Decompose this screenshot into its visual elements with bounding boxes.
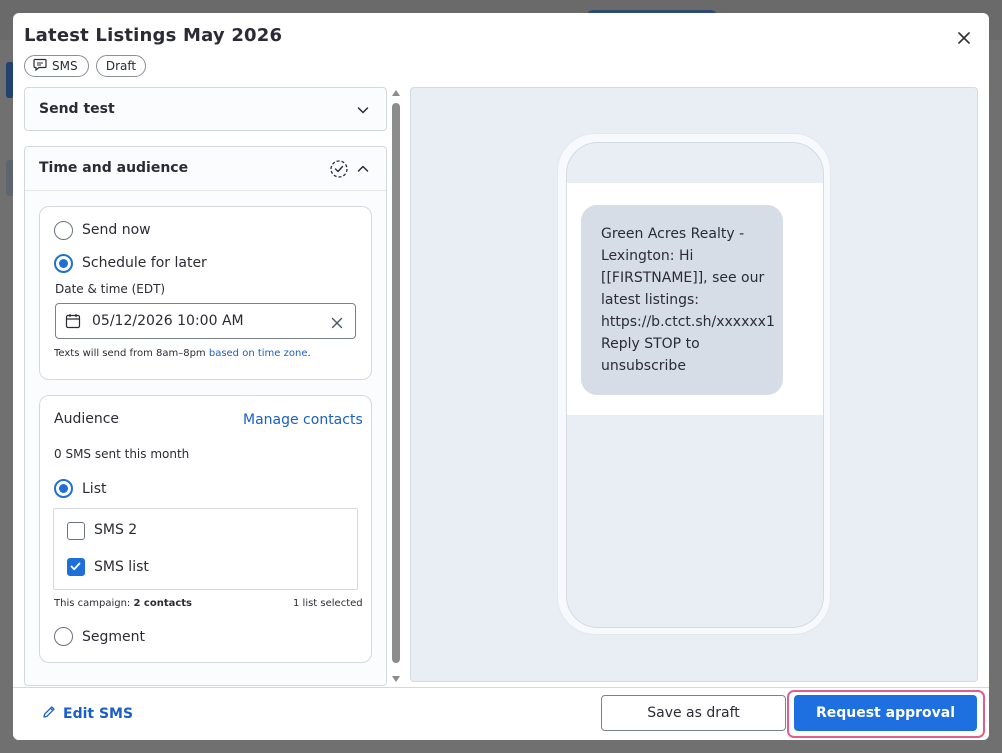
chat-bubble-icon xyxy=(33,58,47,74)
modal-title: Latest Listings May 2026 xyxy=(24,25,283,46)
send-window-note: Texts will send from 8am–8pm based on ti… xyxy=(54,348,311,359)
send-test-title: Send test xyxy=(39,101,115,117)
date-time-field[interactable]: 05/12/2026 10:00 AM xyxy=(55,303,356,339)
list-radio[interactable] xyxy=(54,479,73,498)
close-icon[interactable] xyxy=(954,29,974,49)
sms-tag: SMS xyxy=(24,55,89,77)
message-line: Reply STOP to xyxy=(601,336,700,352)
edit-sms-label: Edit SMS xyxy=(63,706,134,722)
date-time-value: 05/12/2026 10:00 AM xyxy=(92,313,244,329)
draft-tag: Draft xyxy=(96,55,146,77)
campaign-count: 2 contacts xyxy=(133,598,193,609)
send-now-label[interactable]: Send now xyxy=(82,222,151,238)
segment-radio-label[interactable]: Segment xyxy=(82,629,145,645)
schedule-later-label[interactable]: Schedule for later xyxy=(82,255,207,271)
send-now-radio[interactable] xyxy=(54,221,73,240)
modal-footer: Edit SMS Save as draft Request approval xyxy=(13,687,989,740)
schedule-later-radio[interactable] xyxy=(54,254,73,273)
message-line: Green Acres Realty - xyxy=(601,226,745,242)
sms-sent-count: 0 SMS sent this month xyxy=(54,447,190,461)
phone-frame: Green Acres Realty - Lexington: Hi [[FIR… xyxy=(557,133,831,635)
phone-body: Green Acres Realty - Lexington: Hi [[FIR… xyxy=(566,142,824,628)
segment-radio[interactable] xyxy=(54,627,73,646)
time-zone-link[interactable]: based on time zone xyxy=(209,348,308,359)
scroll-down-arrow[interactable] xyxy=(391,675,401,683)
sms-tag-label: SMS xyxy=(52,59,78,73)
message-line: Lexington: Hi xyxy=(601,248,694,264)
message-line: unsubscribe xyxy=(601,358,686,374)
list-checkbox-sms-2[interactable] xyxy=(67,522,85,540)
request-approval-button[interactable]: Request approval xyxy=(794,695,977,731)
campaign-prefix: This campaign: xyxy=(54,598,134,609)
time-audience-accordion: Time and audience Send now Schedule for … xyxy=(24,146,387,686)
scroll-thumb[interactable] xyxy=(392,103,400,663)
message-line: latest listings: xyxy=(601,292,700,308)
manage-contacts-link[interactable]: Manage contacts xyxy=(243,412,363,428)
phone-screen: Green Acres Realty - Lexington: Hi [[FIR… xyxy=(567,183,823,415)
message-preview: Green Acres Realty - Lexington: Hi [[FIR… xyxy=(410,87,978,682)
list-checkbox-sms-list[interactable] xyxy=(67,558,85,576)
pencil-icon xyxy=(42,705,56,723)
clear-icon[interactable] xyxy=(331,314,343,333)
audience-card: Audience Manage contacts 0 SMS sent this… xyxy=(39,395,372,663)
time-audience-header[interactable]: Time and audience xyxy=(25,147,386,191)
schedule-card: Send now Schedule for later Date & time … xyxy=(39,206,372,380)
list-name[interactable]: SMS 2 xyxy=(94,522,137,538)
list-name[interactable]: SMS list xyxy=(94,559,149,575)
chevron-up-icon[interactable] xyxy=(356,161,372,177)
note-text: Texts will send from 8am–8pm xyxy=(54,348,209,359)
settings-panel: Send test Time and audience Send now Sch… xyxy=(24,87,388,687)
draft-tag-label: Draft xyxy=(105,59,137,73)
chevron-down-icon[interactable] xyxy=(356,102,372,118)
message-line: [[FIRSTNAME]], see our xyxy=(601,270,765,286)
sms-campaign-modal: Latest Listings May 2026 SMS Draft Send … xyxy=(13,13,989,740)
note-suffix: . xyxy=(307,348,311,359)
send-test-accordion[interactable]: Send test xyxy=(24,87,387,131)
scroll-up-arrow[interactable] xyxy=(391,89,401,97)
lists-selected-count: 1 list selected xyxy=(293,598,363,609)
settings-scrollbar[interactable] xyxy=(390,87,402,687)
sms-bubble: Green Acres Realty - Lexington: Hi [[FIR… xyxy=(581,205,783,395)
save-as-draft-button[interactable]: Save as draft xyxy=(601,695,786,731)
message-link[interactable]: https://b.ctct.sh/xxxxxx1 xyxy=(601,311,775,333)
calendar-icon[interactable] xyxy=(65,313,81,333)
list-radio-label[interactable]: List xyxy=(82,481,106,497)
dashed-check-circle-icon xyxy=(329,159,349,179)
date-time-label: Date & time (EDT) xyxy=(55,282,166,296)
time-audience-title: Time and audience xyxy=(39,160,189,176)
edit-sms-button[interactable]: Edit SMS xyxy=(42,705,133,723)
audience-title: Audience xyxy=(54,411,120,427)
campaign-contacts: This campaign: 2 contacts xyxy=(54,598,192,609)
contact-lists: SMS 2 SMS list xyxy=(53,508,358,590)
